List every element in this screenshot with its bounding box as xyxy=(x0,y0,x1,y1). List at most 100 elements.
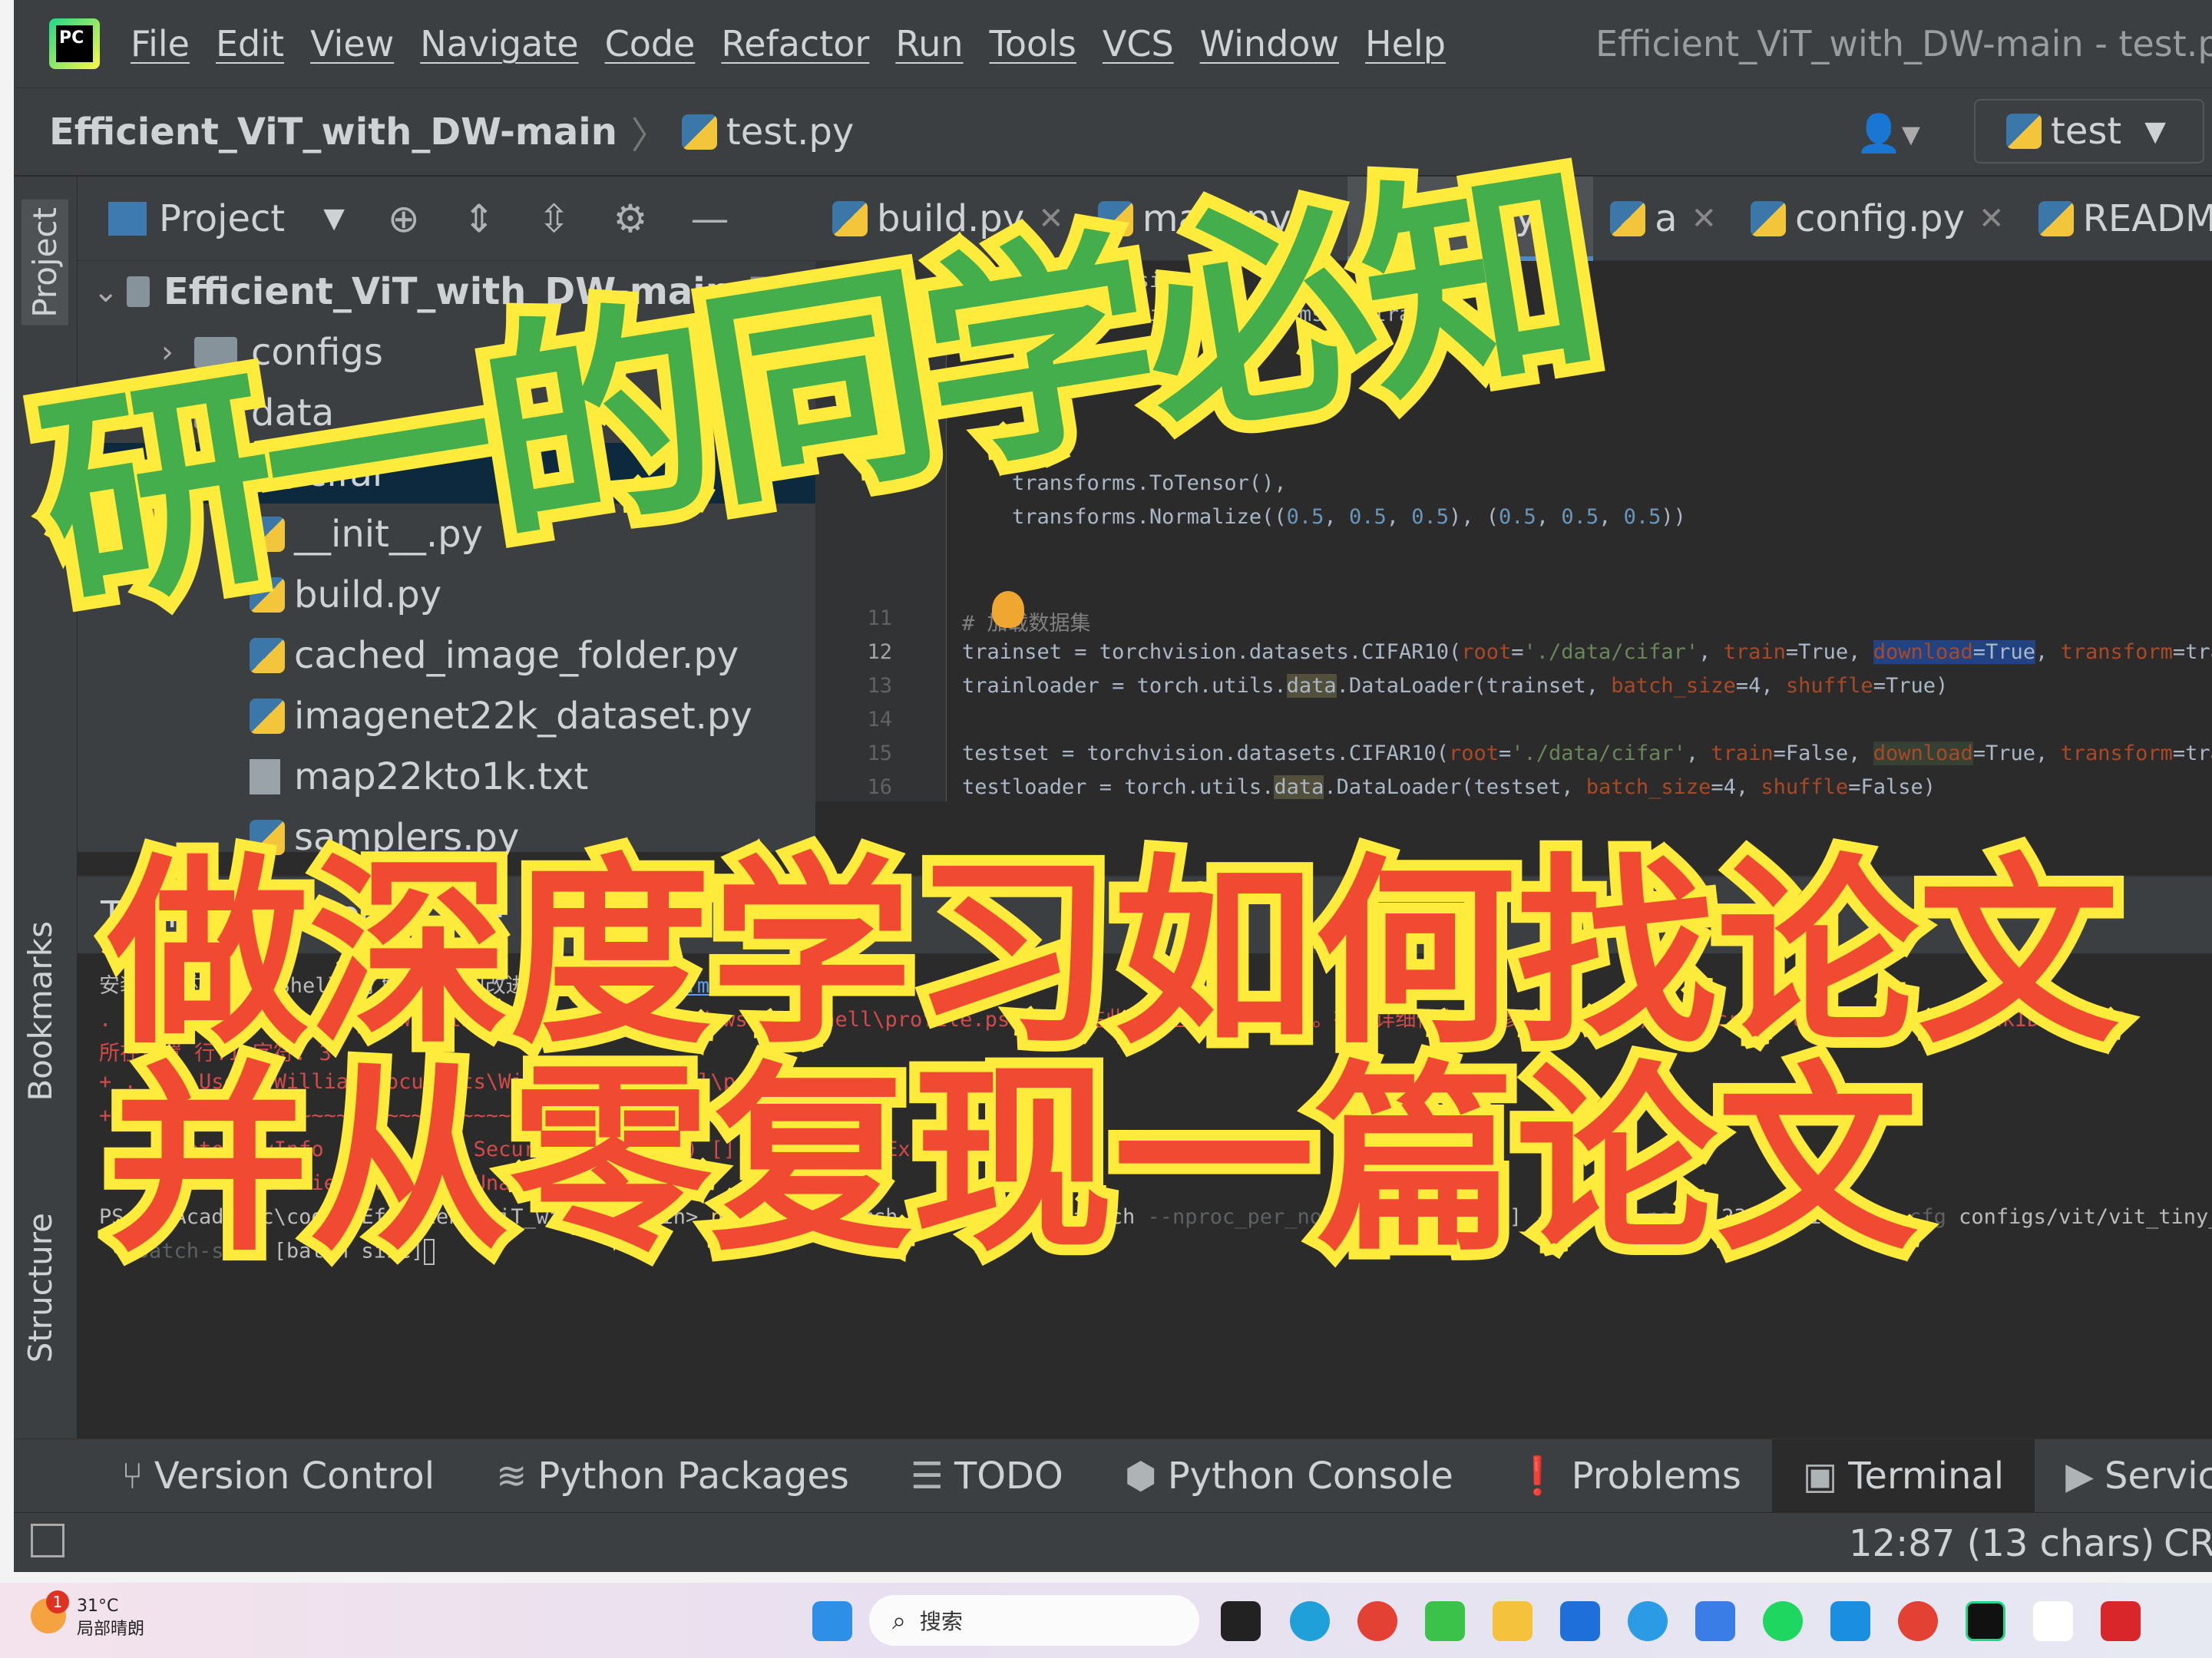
tree-item[interactable]: ⌄ Efficient_ViT_with_DW-main F:\A xyxy=(78,261,815,322)
tool-tab-project[interactable]: Project xyxy=(21,200,68,325)
toolwindow-services[interactable]: ▶Services xyxy=(2035,1439,2212,1513)
user-icon[interactable]: 👤▾ xyxy=(1856,111,1920,155)
collapse-all-icon[interactable]: ⇳ xyxy=(538,197,570,241)
tree-item[interactable]: samplers.py xyxy=(78,807,815,867)
menu-edit[interactable]: Edit xyxy=(216,23,284,64)
pycharm-taskbar-icon[interactable] xyxy=(1966,1601,2005,1641)
run-config-select[interactable]: test ▼ xyxy=(1974,99,2204,163)
menu-refactor[interactable]: Refactor xyxy=(721,23,869,64)
menu-window[interactable]: Window xyxy=(1200,23,1339,64)
task-view-icon[interactable] xyxy=(1221,1601,1261,1641)
panel-toggle-icon[interactable] xyxy=(31,1524,64,1557)
menu-view[interactable]: View xyxy=(310,23,394,64)
code-line[interactable]: testloader = torch.utils.data.DataLoader… xyxy=(962,775,1936,799)
tab-a[interactable]: a ✕ xyxy=(1593,177,1734,261)
tree-item[interactable]: __init__.py xyxy=(78,504,815,564)
tree-item[interactable]: map22kto1k.txt xyxy=(78,746,815,807)
wps-icon[interactable] xyxy=(2101,1601,2141,1641)
code-line[interactable]: testset = torchvision.datasets.CIFAR10(r… xyxy=(962,741,2212,765)
menu-navigate[interactable]: Navigate xyxy=(420,23,578,64)
gear-icon[interactable]: ⚙ xyxy=(613,197,648,241)
tab-readme[interactable]: README xyxy=(2022,177,2212,261)
terminal-link[interactable]: https://aka.ms/PSWindows xyxy=(547,974,847,998)
chevron-down-icon[interactable]: ⌄ xyxy=(148,395,187,431)
tab-test-py[interactable]: test.py ✕ xyxy=(1347,176,1594,261)
code-token: data xyxy=(1286,674,1337,698)
lightbulb-icon[interactable] xyxy=(992,591,1024,628)
menu-file[interactable]: File xyxy=(131,23,190,64)
code-line[interactable]: import torchvision xyxy=(962,269,1187,292)
toolwindow-problems[interactable]: ❗ Problems xyxy=(1484,1439,1772,1513)
toolwindow-python-console[interactable]: ⬢ Python Console xyxy=(1094,1439,1484,1513)
code-line[interactable]: transforms.Normalize((0.5, 0.5, 0.5), (0… xyxy=(962,505,1686,529)
edge-icon[interactable] xyxy=(1290,1601,1330,1641)
todo-app-icon[interactable] xyxy=(1830,1601,1870,1641)
security-icon[interactable] xyxy=(1560,1601,1600,1641)
chevron-right-icon[interactable]: › xyxy=(148,335,187,370)
tree-item[interactable]: › configs xyxy=(78,322,815,382)
pycharm-logo-icon: PC xyxy=(49,18,100,69)
tab-main-py[interactable]: main.py ✕ xyxy=(1081,177,1348,261)
menu-code[interactable]: Code xyxy=(605,23,696,64)
spotify-icon[interactable] xyxy=(1763,1601,1803,1641)
tab-build-py[interactable]: build.py ✕ xyxy=(815,177,1081,261)
tree-item[interactable]: imagenet22k_dataset.py xyxy=(78,685,815,746)
line-separator[interactable]: CR xyxy=(2164,1522,2212,1565)
project-panel-title[interactable]: Project xyxy=(159,197,285,240)
code-token: =trans xyxy=(2172,640,2212,664)
toolwindow-version-control[interactable]: ⑂ Version Control xyxy=(91,1439,465,1513)
menu-run[interactable]: Run xyxy=(895,23,963,64)
code-line[interactable]: import torchvision.transforms as transfo… xyxy=(962,302,1499,326)
chevron-down-icon[interactable]: ⌄ xyxy=(93,274,119,309)
tool-tab-bookmarks[interactable]: Bookmarks xyxy=(21,921,59,1101)
menu-help[interactable]: Help xyxy=(1365,23,1446,64)
menu-tools[interactable]: Tools xyxy=(990,23,1076,64)
tab-config-py[interactable]: config.py ✕ xyxy=(1734,177,2022,261)
close-icon[interactable]: ✕ xyxy=(1979,201,2005,236)
start-icon[interactable] xyxy=(812,1601,852,1641)
breadcrumb-file[interactable]: test.py xyxy=(726,111,854,154)
app-icon-2[interactable] xyxy=(2033,1601,2073,1641)
file-icon xyxy=(832,200,868,236)
weather-widget[interactable]: 1 31°C 局部晴朗 xyxy=(31,1590,144,1641)
tree-item[interactable]: cached_image_folder.py xyxy=(78,625,815,685)
close-icon[interactable]: ✕ xyxy=(1551,199,1577,234)
file-explorer-icon[interactable] xyxy=(1493,1601,1533,1641)
close-icon[interactable]: ✕ xyxy=(1305,201,1331,236)
code-editor[interactable]: 1 import torchvision 2 import torchvision.t… xyxy=(815,261,2212,801)
breadcrumb-project[interactable]: Efficient_ViT_with_DW-main xyxy=(49,111,617,154)
terminal-tab[interactable]: Terminal xyxy=(101,893,256,936)
feishu-icon[interactable] xyxy=(1695,1601,1735,1641)
tree-item[interactable]: build.py xyxy=(78,564,815,625)
toolwindow-todo[interactable]: ☰ TODO xyxy=(880,1439,1094,1513)
wechat-icon[interactable] xyxy=(1425,1601,1465,1641)
terminal-cursor xyxy=(423,1239,435,1265)
tree-item[interactable]: cifar xyxy=(78,443,815,504)
expand-all-icon[interactable]: ⇕ xyxy=(463,197,495,241)
toolwindow-terminal[interactable]: ▣ Terminal xyxy=(1771,1438,2035,1513)
code-line[interactable]: # 加载数据集 xyxy=(962,606,1091,636)
code-token: transforms.Normalize(( xyxy=(962,505,1287,529)
chrome-icon[interactable] xyxy=(1357,1601,1397,1641)
tree-item[interactable]: ⌄ data xyxy=(78,382,815,443)
services-icon: ▶ xyxy=(2065,1454,2095,1498)
close-icon[interactable]: ✕ xyxy=(1038,201,1064,236)
code-token: , xyxy=(1536,505,1562,529)
code-line[interactable]: transforms.ToTensor(), xyxy=(962,471,1287,495)
chevron-down-icon[interactable]: ▼ xyxy=(323,203,345,234)
tool-tab-structure[interactable]: Structure xyxy=(21,1213,59,1362)
close-icon[interactable]: ✕ xyxy=(1691,201,1718,236)
toolwindow-label: Terminal xyxy=(1848,1454,2005,1498)
locate-icon[interactable]: ⊕ xyxy=(388,197,420,241)
app-icon[interactable] xyxy=(1628,1601,1668,1641)
add-tab-icon[interactable]: + xyxy=(474,893,505,936)
code-line[interactable]: trainset = torchvision.datasets.CIFAR10(… xyxy=(962,640,2212,664)
taskbar-search[interactable]: ⌕ 搜索 xyxy=(869,1595,1199,1646)
code-line[interactable]: trainloader = torch.utils.data.DataLoade… xyxy=(962,674,1948,698)
chrome-profile-icon[interactable] xyxy=(1898,1601,1938,1641)
terminal-tab-local[interactable]: Local xyxy=(318,893,413,936)
menu-vcs[interactable]: VCS xyxy=(1103,23,1174,64)
toolwindow-python-packages[interactable]: ≋ Python Packages xyxy=(465,1439,880,1513)
minimize-icon[interactable]: — xyxy=(690,197,729,241)
caret-position[interactable]: 12:87 (13 chars) xyxy=(1849,1522,2154,1565)
